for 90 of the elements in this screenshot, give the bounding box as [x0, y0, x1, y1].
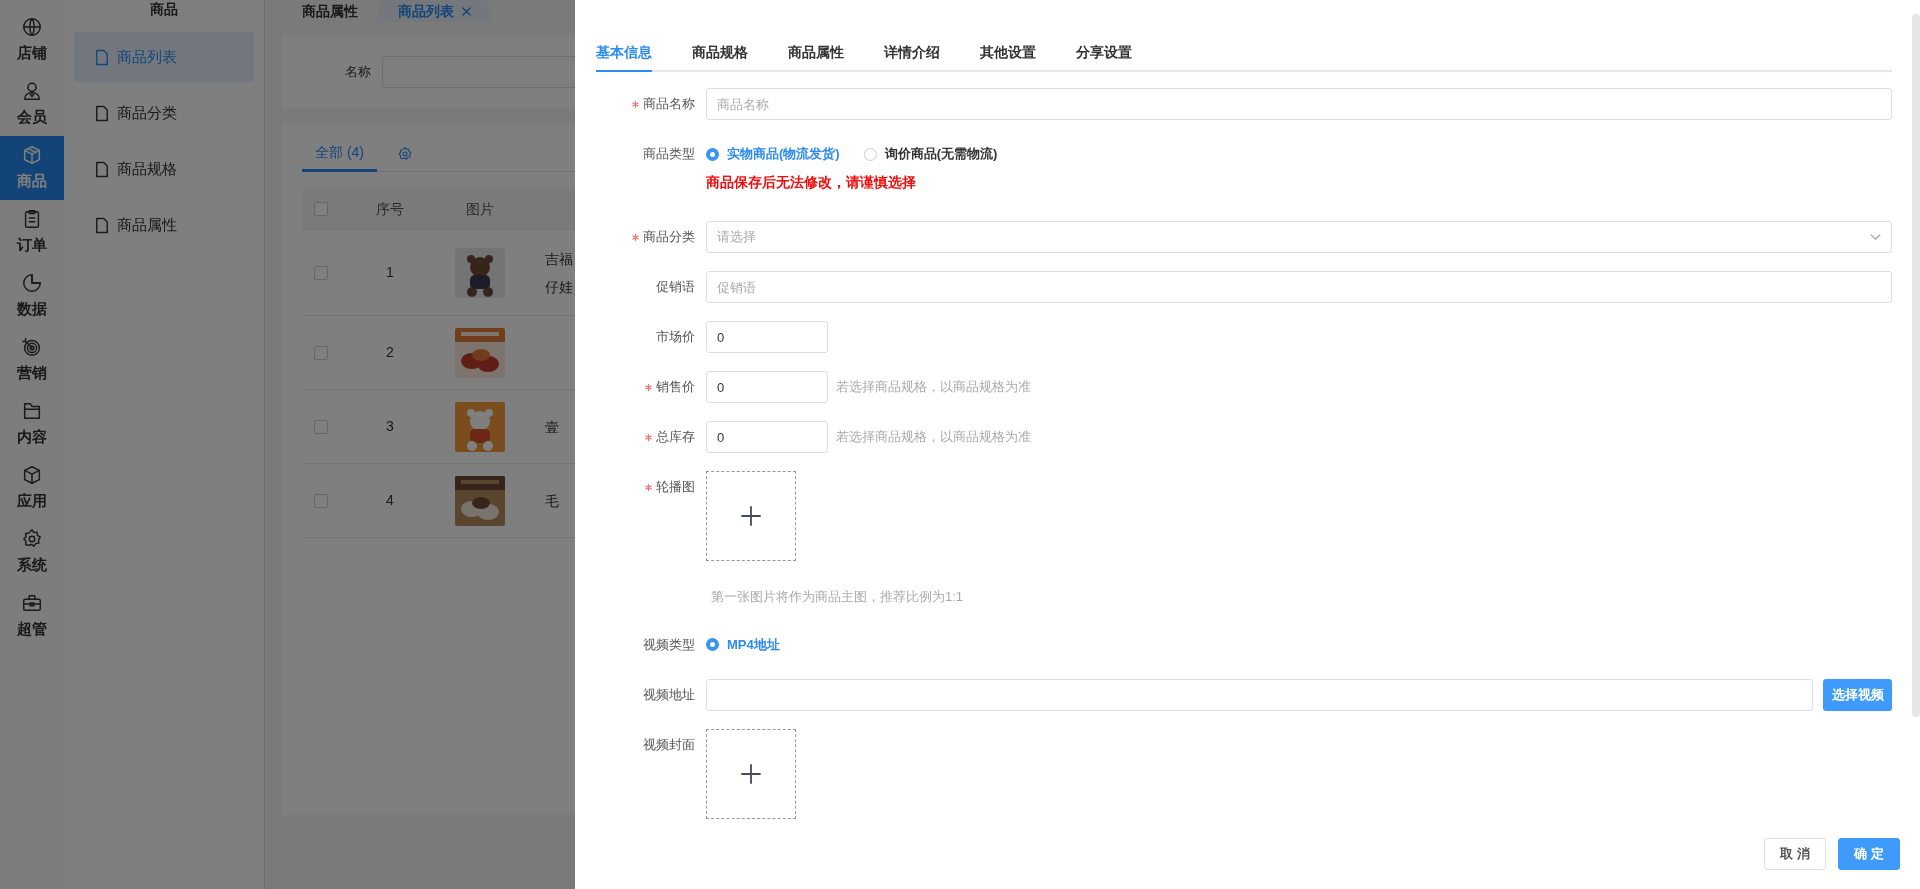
input-field[interactable]: 商品名称: [706, 88, 1892, 120]
input-field[interactable]: 促销语: [706, 271, 1892, 303]
column-header: 图片: [465, 199, 495, 219]
form-tab[interactable]: 基本信息: [596, 38, 652, 72]
confirm-button[interactable]: 确 定: [1838, 838, 1900, 870]
radio-label: 询价商品(无需物流): [884, 145, 998, 164]
field-label: 轮播图: [656, 478, 695, 496]
document-icon: [95, 160, 109, 178]
sidebar-item[interactable]: 营销: [0, 328, 64, 392]
radio-option[interactable]: MP4地址: [706, 634, 780, 655]
field-label: 商品名称: [643, 95, 695, 113]
field-label: 市场价: [656, 328, 695, 346]
cube-icon: [21, 143, 43, 166]
checkbox[interactable]: [314, 202, 328, 216]
checkbox[interactable]: [314, 419, 328, 434]
column-header: 序号: [375, 199, 405, 219]
cube-icon: [21, 463, 43, 486]
warning-text: 商品保存后无法修改，请谨慎选择: [706, 173, 917, 192]
form-tab[interactable]: 详情介绍: [884, 38, 940, 72]
radio-button[interactable]: [863, 147, 877, 161]
page-tab[interactable]: 商品列表: [378, 0, 491, 22]
field-label: 总库存: [656, 428, 695, 446]
page-tab[interactable]: 商品属性: [282, 0, 378, 22]
hint-text: 若选择商品规格，以商品规格为准: [836, 378, 1031, 397]
sidebar-item[interactable]: 应用: [0, 456, 64, 520]
radio-button[interactable]: [706, 147, 719, 161]
filter-tab[interactable]: 全部 (4): [302, 136, 377, 172]
close-icon[interactable]: [462, 6, 471, 16]
input-field[interactable]: 0: [706, 371, 828, 403]
table-cell-text: 3: [385, 417, 395, 436]
submenu-item[interactable]: 商品规格: [74, 144, 254, 194]
cancel-button[interactable]: 取 消: [1764, 838, 1826, 870]
submenu-item[interactable]: 商品分类: [74, 88, 254, 138]
form-tab[interactable]: 商品规格: [692, 38, 748, 72]
form-tab[interactable]: 其他设置: [980, 38, 1036, 72]
scrollbar[interactable]: [1912, 14, 1920, 717]
field-label: 商品类型: [643, 145, 695, 163]
table-cell-text: 吉福: [544, 249, 573, 269]
field-label: 销售价: [656, 378, 695, 396]
sidebar-item[interactable]: 超管: [0, 584, 64, 648]
upload-box[interactable]: [706, 728, 796, 819]
input-field[interactable]: 0: [706, 321, 828, 353]
field-label: 视频封面: [643, 735, 695, 754]
pie-chart-icon: [21, 271, 43, 294]
sidebar-item[interactable]: 商品: [0, 136, 64, 200]
upload-box[interactable]: [706, 471, 796, 561]
sidebar-item[interactable]: 数据: [0, 264, 64, 328]
field-label: 视频地址: [643, 685, 695, 704]
globe-icon: [21, 15, 43, 38]
form-tab[interactable]: 商品属性: [788, 38, 844, 72]
field-label: 视频类型: [643, 635, 695, 654]
sidebar-item[interactable]: 内容: [0, 392, 64, 456]
form-tab[interactable]: 分享设置: [1076, 38, 1132, 72]
checkbox[interactable]: [314, 493, 328, 508]
placeholder-text: 请选择: [717, 228, 756, 247]
document-icon: [95, 48, 109, 66]
target-icon: [21, 335, 43, 358]
radio-label: 实物商品(物流发货): [727, 145, 840, 164]
table-cell-text: 4: [385, 491, 395, 510]
table-cell-text: 1: [385, 263, 395, 282]
radio-option[interactable]: 询价商品(无需物流): [863, 144, 998, 164]
select-video-button[interactable]: 选择视频: [1823, 678, 1892, 711]
field-label: 促销语: [656, 278, 695, 296]
select-field[interactable]: 请选择: [706, 221, 1892, 253]
sidebar-item[interactable]: 订单: [0, 200, 64, 264]
sidebar-item[interactable]: 会员: [0, 72, 64, 136]
chevron-down-icon: [1870, 233, 1881, 241]
document-icon: [95, 104, 109, 122]
table-cell-text: 仔娃: [544, 277, 573, 297]
input-field[interactable]: [706, 678, 1813, 711]
document-icon: [95, 216, 109, 234]
sidebar-item[interactable]: 系统: [0, 520, 64, 584]
submenu-item[interactable]: 商品列表: [74, 32, 254, 82]
sidebar-item[interactable]: 店铺: [0, 8, 64, 72]
radio-label: MP4地址: [727, 635, 780, 654]
checkbox[interactable]: [314, 265, 328, 280]
checkbox[interactable]: [314, 345, 328, 360]
input-field[interactable]: 0: [706, 421, 828, 453]
table-cell-text: 毛: [544, 491, 559, 511]
table-cell-text: 壹: [544, 417, 559, 437]
hint-text: 若选择商品规格，以商品规格为准: [836, 428, 1031, 447]
field-label: 商品分类: [643, 228, 695, 246]
submenu-title: 商品: [149, 0, 179, 19]
submenu-item[interactable]: 商品属性: [74, 200, 254, 250]
settings-icon[interactable]: [397, 146, 413, 162]
search-label: 名称: [345, 62, 371, 81]
radio-button[interactable]: [706, 638, 719, 651]
settings-icon: [21, 527, 43, 550]
table-cell-text: 2: [385, 343, 395, 362]
radio-option[interactable]: 实物商品(物流发货): [706, 144, 840, 164]
